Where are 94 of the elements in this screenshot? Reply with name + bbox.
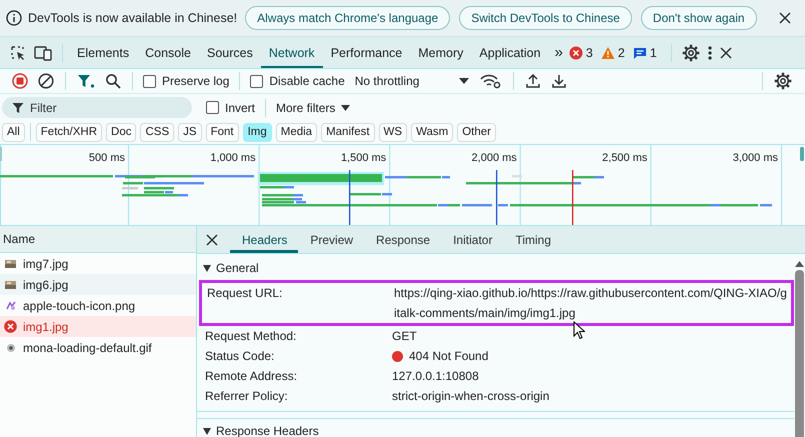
header-value: 127.0.0.1:10808	[392, 368, 479, 385]
issue-count[interactable]: 3	[586, 46, 593, 60]
warning-icon	[600, 46, 615, 60]
close-icon[interactable]	[206, 234, 218, 246]
header-value: GET	[392, 328, 417, 345]
issue-count[interactable]: 2	[618, 46, 625, 60]
checkbox[interactable]	[206, 101, 219, 114]
type-filter-chip[interactable]: Media	[276, 122, 318, 142]
status-dot	[392, 350, 403, 362]
device-toggle-icon[interactable]	[34, 44, 52, 60]
checkbox[interactable]	[250, 74, 264, 88]
stop-recording-icon[interactable]	[12, 73, 28, 89]
panel-tab[interactable]: Memory	[410, 37, 472, 68]
header-name: Referrer Policy:	[205, 388, 289, 405]
checkbox-label[interactable]: Disable cache	[269, 74, 345, 88]
column-header[interactable]: Name	[0, 226, 196, 253]
panel-tab[interactable]: Performance	[322, 37, 410, 68]
type-filter-chip[interactable]: Img	[242, 122, 272, 142]
filter-field[interactable]: Filter	[2, 97, 192, 118]
more-options-icon[interactable]	[708, 44, 712, 60]
time-tick-label: 1,000 ms	[210, 152, 256, 164]
time-tick-label: 2,500 ms	[602, 152, 648, 164]
header-value: 404 Not Found	[409, 348, 488, 365]
dropdown-arrow-icon	[459, 78, 470, 84]
info-icon	[6, 10, 22, 26]
type-filter-chip[interactable]: WS	[378, 122, 408, 142]
details-tab[interactable]: Initiator	[441, 226, 504, 253]
overview-handle[interactable]	[800, 147, 804, 161]
image-thumbnail-icon	[5, 280, 16, 288]
time-tick-label: 500 ms	[88, 152, 125, 164]
overview-handle[interactable]	[0, 147, 2, 161]
request-row[interactable]: img1.jpg	[0, 316, 196, 337]
header-value: strict-origin-when-cross-origin	[392, 388, 550, 405]
checkbox[interactable]	[143, 74, 156, 88]
type-filter-chip[interactable]: Fetch/XHR	[36, 122, 102, 142]
error-icon	[4, 320, 17, 333]
time-tick-label: 2,000 ms	[472, 152, 517, 164]
type-filter-chip[interactable]: Doc	[106, 122, 136, 142]
scroll-up-icon[interactable]	[795, 260, 804, 268]
scrollbar-thumb[interactable]	[795, 270, 804, 437]
filter-icon	[12, 102, 24, 114]
panel-tab[interactable]: Elements	[69, 37, 138, 68]
image-thumbnail-icon	[6, 342, 16, 352]
infobar-button[interactable]: Always match Chrome's language	[245, 6, 450, 30]
infobar-button[interactable]: Don't show again	[640, 6, 757, 30]
time-tick-label: 1,500 ms	[340, 152, 386, 164]
header-name: Request URL:	[207, 285, 284, 302]
error-icon	[568, 46, 583, 60]
type-filter-chip[interactable]: CSS	[140, 122, 174, 142]
image-thumbnail-icon	[5, 260, 16, 268]
header-value: https://qing-xiao.github.io/https://raw.githubusercontent.com/QING-XIAO/gitalk-comments/main/img/img1.jpg	[394, 285, 788, 322]
search-icon[interactable]	[105, 73, 121, 89]
filter-icon[interactable]	[77, 73, 95, 89]
image-thumbnail-icon	[5, 300, 16, 311]
header-name: Request Method:	[205, 328, 298, 345]
time-tick-label: 3,000 ms	[732, 152, 778, 164]
settings-icon[interactable]	[774, 72, 792, 90]
request-row[interactable]: img6.jpg	[0, 274, 196, 295]
inspect-icon[interactable]	[10, 44, 26, 60]
panel-tab[interactable]: Application	[471, 37, 549, 68]
export-icon[interactable]	[551, 73, 568, 89]
type-filter-chip[interactable]: JS	[178, 122, 202, 142]
type-filter-chip[interactable]: Wasm	[411, 122, 454, 142]
throttling-dropdown[interactable]: No throttling	[354, 74, 470, 88]
info-message: DevTools is now available in Chinese!	[28, 11, 238, 25]
type-filter-chip[interactable]: Font	[206, 122, 239, 142]
checkbox-label[interactable]: Invert	[225, 100, 256, 114]
clear-icon[interactable]	[38, 73, 54, 89]
type-filter-chip[interactable]: All	[2, 122, 25, 142]
network-conditions-icon[interactable]	[480, 73, 502, 89]
more-filters-dropdown[interactable]: More filters	[276, 100, 350, 114]
header-name: Remote Address:	[205, 368, 298, 385]
panel-tab[interactable]: Network	[260, 37, 323, 68]
mouse-cursor-icon	[573, 321, 585, 340]
type-filter-chip[interactable]: Manifest	[321, 122, 375, 142]
section-header[interactable]: General	[197, 256, 794, 280]
issue-count[interactable]: 1	[650, 46, 657, 60]
details-tab[interactable]: Response	[364, 226, 442, 253]
message-icon	[632, 46, 647, 60]
checkbox-label[interactable]: Preserve log	[162, 74, 230, 88]
import-icon[interactable]	[525, 73, 542, 89]
header-name: Status Code:	[205, 348, 276, 365]
panel-tab[interactable]: Sources	[198, 37, 261, 68]
close-icon[interactable]	[720, 46, 732, 58]
settings-icon[interactable]	[682, 44, 700, 62]
details-tab[interactable]: Timing	[503, 226, 562, 253]
close-icon[interactable]	[779, 12, 791, 24]
details-tab[interactable]: Preview	[298, 226, 364, 253]
panel-tab[interactable]: Console	[137, 37, 199, 68]
infobar-button[interactable]: Switch DevTools to Chinese	[459, 6, 632, 30]
more-tabs-button[interactable]: »	[548, 44, 569, 61]
dropdown-arrow-icon	[341, 104, 350, 110]
details-tab[interactable]: Headers	[230, 226, 298, 253]
type-filter-chip[interactable]: Other	[457, 122, 496, 142]
